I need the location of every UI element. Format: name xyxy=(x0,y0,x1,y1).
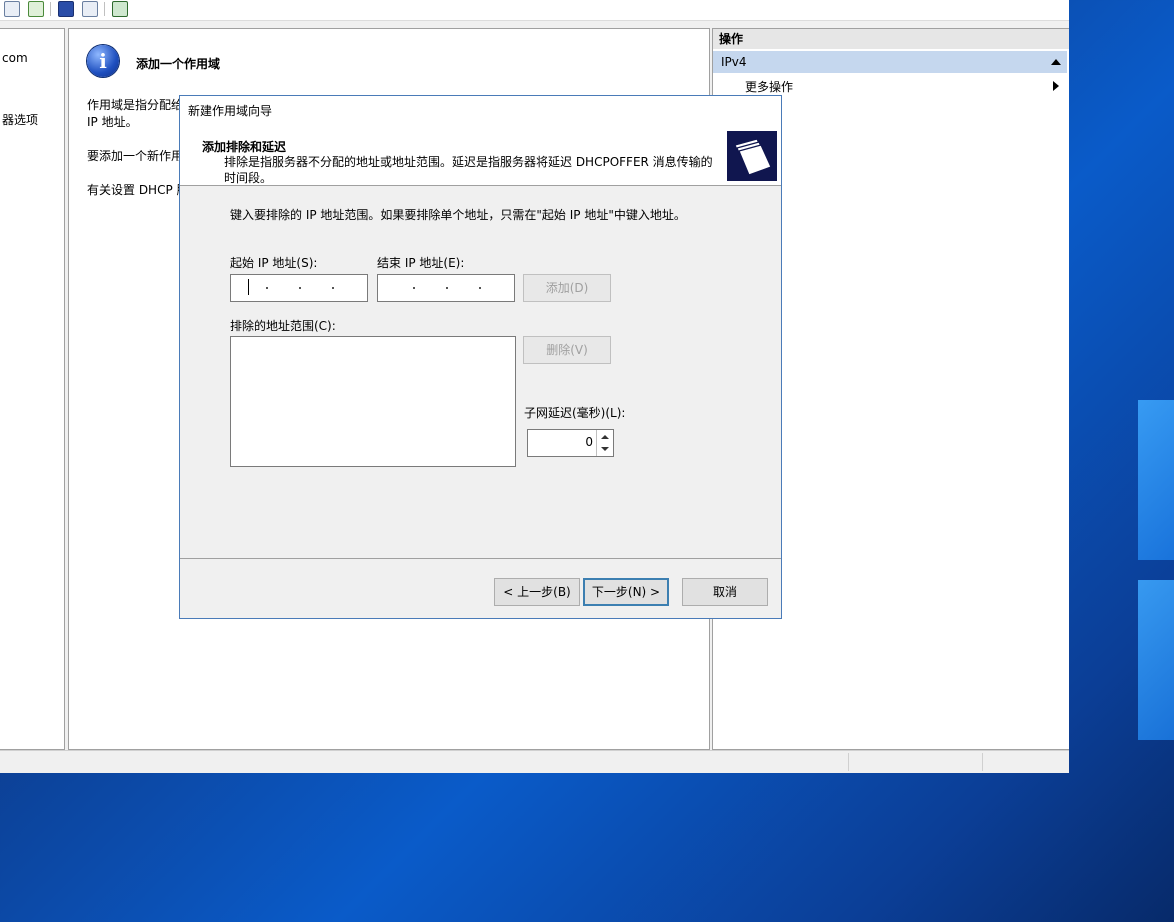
server-monitor-icon[interactable] xyxy=(112,1,128,17)
status-bar xyxy=(0,750,1069,773)
instruction-text: 键入要排除的 IP 地址范围。如果要排除单个地址，只需在"起始 IP 地址"中键… xyxy=(230,208,686,222)
folders-icon xyxy=(727,131,777,181)
windows-logo xyxy=(1138,400,1174,745)
console-tree: com 器选项 xyxy=(0,28,65,750)
tree-item-server-options[interactable]: 器选项 xyxy=(2,111,38,128)
back-button[interactable]: < 上一步(B) xyxy=(494,578,580,606)
collapse-icon[interactable] xyxy=(1051,59,1061,65)
submenu-arrow-icon xyxy=(1053,81,1059,91)
subnet-delay-stepper[interactable]: 0 xyxy=(527,429,614,457)
delete-button[interactable]: 删除(V) xyxy=(523,336,611,364)
center-text: IP 地址。 xyxy=(87,115,138,129)
more-actions[interactable]: 更多操作 xyxy=(745,78,793,95)
subnet-delay-label: 子网延迟(毫秒)(L): xyxy=(524,406,626,420)
excluded-range-list[interactable] xyxy=(230,336,516,467)
refresh-icon[interactable] xyxy=(28,1,44,17)
center-text: 要添加一个新作用 xyxy=(87,149,184,163)
properties-icon[interactable] xyxy=(4,1,20,17)
center-title: 添加一个作用域 xyxy=(136,57,221,71)
help-icon[interactable] xyxy=(58,1,74,17)
center-text: 作用域是指分配给 xyxy=(87,98,184,112)
next-button[interactable]: 下一步(N) > xyxy=(583,578,669,606)
actions-header: 操作 xyxy=(713,29,1069,49)
wizard-header: 添加排除和延迟 排除是指服务器不分配的地址或地址范围。延迟是指服务器将延迟 DH… xyxy=(180,126,781,186)
excluded-range-label: 排除的地址范围(C): xyxy=(230,319,336,333)
wizard-header-title: 添加排除和延迟 xyxy=(202,140,287,154)
spin-down-icon[interactable] xyxy=(601,447,609,451)
add-button[interactable]: 添加(D) xyxy=(523,274,611,302)
center-text: 有关设置 DHCP 服 xyxy=(87,183,189,197)
tree-item-domain[interactable]: com xyxy=(2,51,28,65)
actions-ipv4[interactable]: IPv4 xyxy=(713,51,1067,73)
end-ip-input[interactable] xyxy=(377,274,515,302)
subnet-delay-value: 0 xyxy=(585,435,593,449)
start-ip-label: 起始 IP 地址(S): xyxy=(230,256,318,270)
end-ip-label: 结束 IP 地址(E): xyxy=(377,256,465,270)
info-icon: i xyxy=(87,45,119,77)
wizard-footer: < 上一步(B) 下一步(N) > 取消 xyxy=(180,558,781,618)
wizard-body: 键入要排除的 IP 地址范围。如果要排除单个地址，只需在"起始 IP 地址"中键… xyxy=(180,186,781,558)
wizard-title: 新建作用域向导 xyxy=(188,104,273,118)
show-hide-pane-icon[interactable] xyxy=(82,1,98,17)
wizard-header-desc: 排除是指服务器不分配的地址或地址范围。延迟是指服务器将延迟 DHCPOFFER … xyxy=(224,155,713,185)
new-scope-wizard: 新建作用域向导 添加排除和延迟 排除是指服务器不分配的地址或地址范围。延迟是指服… xyxy=(179,95,782,619)
actions-ipv4-label: IPv4 xyxy=(721,55,747,69)
toolbar xyxy=(0,0,1069,21)
spin-up-icon[interactable] xyxy=(601,435,609,439)
wizard-titlebar[interactable]: 新建作用域向导 xyxy=(180,96,781,126)
start-ip-input[interactable] xyxy=(230,274,368,302)
cancel-button[interactable]: 取消 xyxy=(682,578,768,606)
